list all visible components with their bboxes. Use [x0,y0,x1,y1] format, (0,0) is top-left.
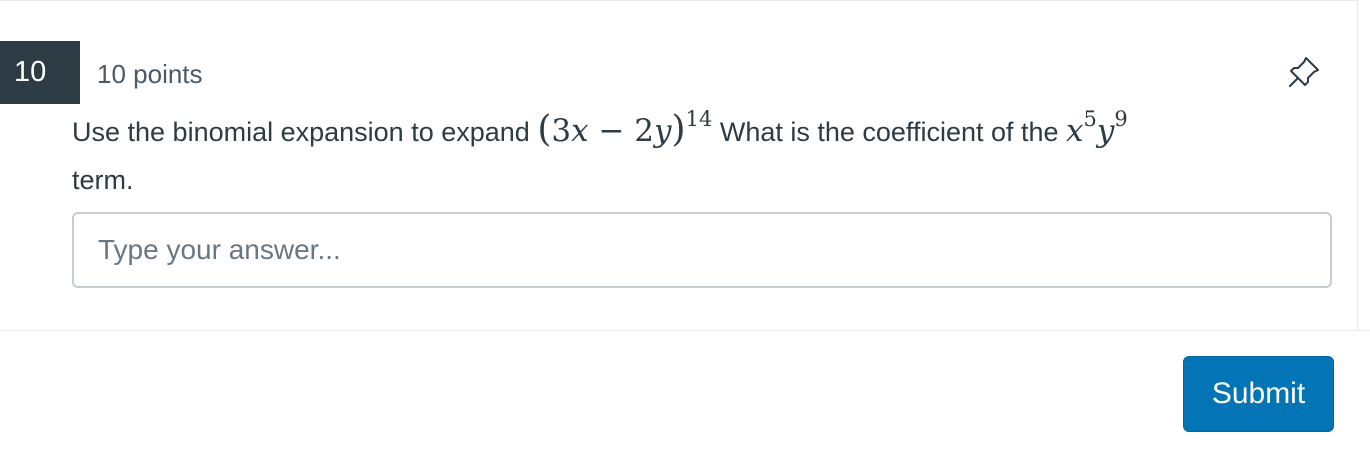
quiz-question-card: 10 10 points Use the binomial expansion … [0,0,1370,450]
footer-divider [0,330,1370,331]
question-number-badge: 10 [0,41,80,104]
right-border [1357,0,1358,330]
question-text-middle: What is the coefficient of the [719,117,1059,147]
question-text: Use the binomial expansion to expand (3x… [72,106,1312,204]
question-text-after: term. [72,165,134,195]
target-term: x5y9 [1066,106,1128,149]
submit-button[interactable]: Submit [1183,356,1334,432]
question-text-before: Use the binomial expansion to expand [72,117,530,147]
question-points: 10 points [97,59,203,89]
answer-input[interactable] [72,212,1332,288]
pin-icon[interactable] [1286,54,1322,90]
binomial-expression: (3x − 2y)14 [537,106,713,150]
top-border [0,0,1357,1]
